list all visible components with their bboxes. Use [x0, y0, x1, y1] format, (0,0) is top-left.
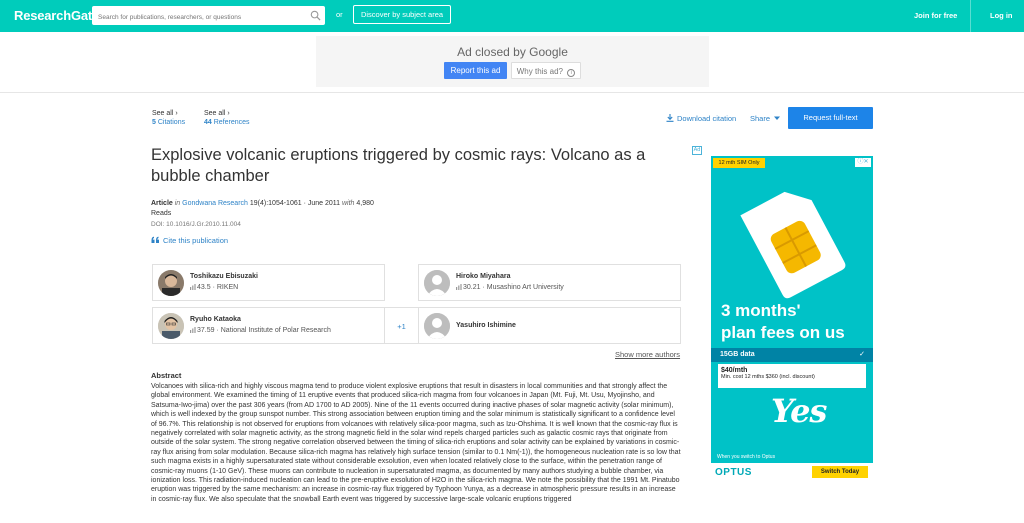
- ad-switch-note: When you switch to Optus: [717, 454, 776, 460]
- google-brand: Google: [529, 45, 568, 59]
- abstract-text: Volcanoes with silica-rich and highly vi…: [151, 383, 681, 503]
- download-citation-link[interactable]: Download citation: [666, 114, 736, 123]
- join-for-free-link[interactable]: Join for free: [914, 11, 957, 20]
- author-card[interactable]: Hiroko Miyahara 30.21 · Musashino Art Un…: [418, 264, 681, 301]
- author-score: 30.21: [463, 284, 481, 291]
- header-divider: [970, 0, 971, 32]
- author-card[interactable]: Toshikazu Ebisuzaki 43.5 · RIKEN: [152, 264, 385, 301]
- references-count-link[interactable]: 44 References: [204, 119, 250, 126]
- top-navigation-bar: ResearchGate or Discover by subject area…: [0, 0, 1024, 32]
- ad-bottom-bar: OPTUS Switch Today: [711, 463, 873, 481]
- author-card[interactable]: Yasuhiro Ishimine: [418, 307, 681, 344]
- author-name[interactable]: Yasuhiro Ishimine: [456, 322, 516, 329]
- report-ad-button[interactable]: Report this ad: [444, 62, 507, 79]
- ad-headline: 3 months' plan fees on us: [721, 300, 871, 344]
- quote-icon: [151, 236, 159, 243]
- yes-logo: Yes: [771, 392, 827, 430]
- researchgate-logo[interactable]: ResearchGate: [14, 8, 99, 23]
- author-photo[interactable]: [424, 270, 450, 296]
- chevron-down-icon: [774, 116, 781, 120]
- ad-closed-prefix: Ad closed by: [457, 45, 526, 59]
- publication-meta: Article in Gondwana Research 19(4):1054-…: [151, 199, 451, 219]
- more-authors-button[interactable]: +1: [385, 307, 418, 344]
- ad-price: $40/mth: [721, 367, 748, 374]
- user-placeholder-icon: [424, 270, 450, 296]
- references-stat[interactable]: See all › 44 References: [204, 110, 250, 126]
- info-icon: i: [567, 69, 576, 77]
- author-score: 37.59: [197, 327, 215, 334]
- or-separator: or: [336, 10, 343, 19]
- cite-publication-link[interactable]: Cite this publication: [151, 236, 228, 245]
- publication-title: Explosive volcanic eruptions triggered b…: [151, 146, 646, 185]
- author-name[interactable]: Toshikazu Ebisuzaki: [190, 273, 258, 280]
- references-see-all[interactable]: See all ›: [204, 110, 250, 117]
- author-affiliation: · Musashino Art University: [480, 284, 564, 291]
- author-photo[interactable]: [158, 270, 184, 296]
- references-label: References: [211, 119, 250, 126]
- check-icon: ✓: [859, 351, 865, 358]
- show-more-authors-link[interactable]: Show more authors: [615, 350, 680, 359]
- share-label: Share: [750, 114, 771, 123]
- author-photo-image: [158, 313, 184, 339]
- login-link[interactable]: Log in: [990, 11, 1013, 20]
- download-icon: [666, 114, 674, 122]
- author-name[interactable]: Hiroko Miyahara: [456, 273, 510, 280]
- ad-price-box: $40/mth Min. cost 12 mths $360 (incl. di…: [718, 364, 866, 388]
- ad-min-cost: Min. cost 12 mths $360 (incl. discount): [721, 374, 815, 380]
- citations-see-all[interactable]: See all ›: [152, 110, 185, 117]
- reads-count: 4,980: [354, 200, 374, 207]
- citations-stat[interactable]: See all › 5 Citations: [152, 110, 185, 126]
- why-this-ad-label: Why this ad?: [516, 67, 563, 76]
- optus-logo: OPTUS: [715, 467, 752, 478]
- author-name[interactable]: Ryuho Kataoka: [190, 316, 241, 323]
- discover-by-subject-button[interactable]: Discover by subject area: [353, 5, 451, 24]
- author-affiliation: · National Institute of Polar Research: [214, 327, 331, 334]
- doi: DOI: 10.1016/J.Gr.2010.11.004: [151, 221, 241, 228]
- author-affiliation: · RIKEN: [210, 284, 239, 291]
- volume-date: 19(4):1054-1061 · June 2011: [247, 200, 342, 207]
- citations-count-link[interactable]: 5 Citations: [152, 119, 185, 126]
- share-dropdown[interactable]: Share: [750, 114, 781, 123]
- sim-card-icon: [740, 191, 846, 299]
- author-info: 37.59 · National Institute of Polar Rese…: [190, 327, 331, 334]
- user-placeholder-icon: [424, 313, 450, 339]
- search-box[interactable]: [92, 6, 325, 27]
- with-label: with: [341, 200, 355, 207]
- ad-data-label: 15GB data: [720, 351, 755, 358]
- in-label: in: [174, 200, 181, 207]
- publication-type: Article: [151, 200, 173, 207]
- ad-closed-message: Ad closed by Google: [316, 45, 709, 59]
- score-bars-icon: [456, 284, 462, 290]
- author-card[interactable]: Ryuho Kataoka 37.59 · National Institute…: [152, 307, 385, 344]
- score-bars-icon: [190, 327, 196, 333]
- author-photo[interactable]: [158, 313, 184, 339]
- ad-data-allowance: 15GB data ✓: [711, 348, 873, 362]
- optus-advertisement[interactable]: 12 mth SIM Only ⓘ✕ 3 months' plan fees o…: [711, 156, 873, 481]
- search-icon[interactable]: [310, 10, 321, 21]
- header-separator: [0, 92, 1024, 93]
- author-photo[interactable]: [424, 313, 450, 339]
- why-this-ad-button[interactable]: Why this ad? i: [511, 62, 581, 79]
- request-fulltext-button[interactable]: Request full-text: [788, 107, 873, 129]
- score-bars-icon: [190, 284, 196, 290]
- author-score: 43.5: [197, 284, 211, 291]
- cite-publication-label: Cite this publication: [163, 236, 229, 245]
- journal-link[interactable]: Gondwana Research: [182, 200, 248, 207]
- ad-headline-line-2: plan fees on us: [721, 323, 845, 342]
- ad-closed-banner: Ad closed by Google Report this ad Why t…: [316, 36, 709, 87]
- ad-headline-line-1: 3 months': [721, 301, 801, 320]
- references-count: 44: [204, 119, 212, 126]
- author-photo-image: [158, 270, 184, 296]
- abstract-heading: Abstract: [151, 371, 182, 380]
- author-info: 43.5 · RIKEN: [190, 284, 238, 291]
- ad-choices-label[interactable]: Ad: [692, 146, 702, 155]
- switch-today-button[interactable]: Switch Today: [812, 466, 868, 478]
- author-info: 30.21 · Musashino Art University: [456, 284, 564, 291]
- search-input[interactable]: [92, 8, 302, 27]
- citations-label: Citations: [155, 119, 186, 126]
- reads-label: Reads: [151, 210, 172, 217]
- download-citation-label: Download citation: [677, 114, 737, 123]
